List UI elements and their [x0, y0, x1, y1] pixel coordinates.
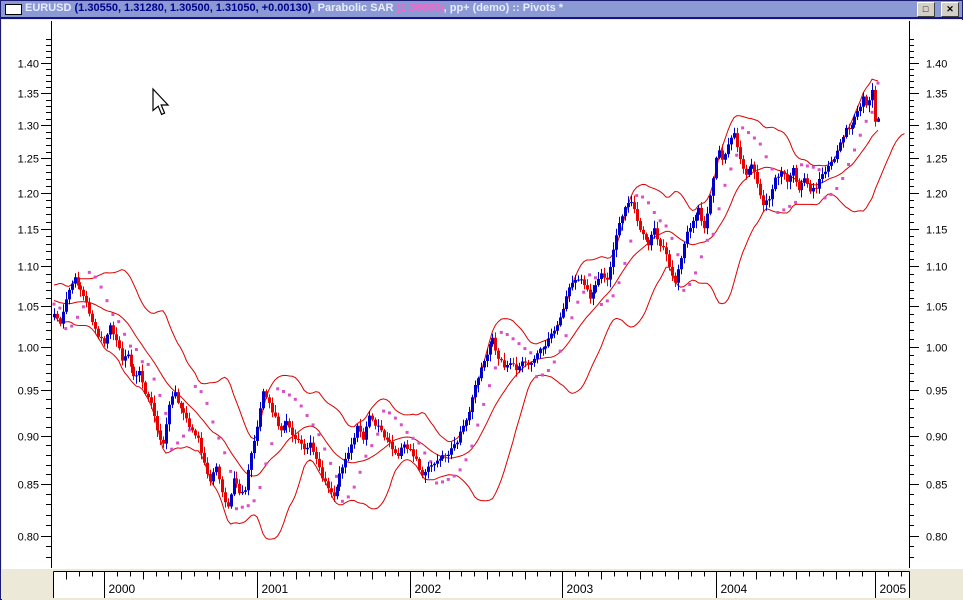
svg-text:1.25: 1.25: [18, 154, 39, 166]
svg-text:1.40: 1.40: [926, 59, 947, 71]
svg-text:0.95: 0.95: [926, 386, 947, 398]
system-menu-icon[interactable]: [5, 4, 22, 15]
svg-text:0.90: 0.90: [926, 432, 947, 444]
svg-text:1.00: 1.00: [18, 343, 39, 355]
svg-text:1.35: 1.35: [926, 89, 947, 101]
svg-text:1.05: 1.05: [926, 302, 947, 314]
chart-window: EURUSD (1.30550, 1.31280, 1.30500, 1.310…: [0, 0, 963, 600]
window-title: EURUSD (1.30550, 1.31280, 1.30500, 1.310…: [25, 2, 563, 14]
title-bar[interactable]: EURUSD (1.30550, 1.31280, 1.30500, 1.310…: [1, 1, 962, 19]
svg-text:2000: 2000: [109, 582, 136, 596]
maximize-button[interactable]: □: [917, 2, 935, 17]
svg-text:0.80: 0.80: [18, 532, 39, 544]
svg-text:1.10: 1.10: [18, 262, 39, 274]
svg-text:1.25: 1.25: [926, 154, 947, 166]
svg-text:1.05: 1.05: [18, 302, 39, 314]
svg-text:0.90: 0.90: [18, 432, 39, 444]
svg-text:2004: 2004: [721, 582, 748, 596]
svg-text:1.20: 1.20: [18, 189, 39, 201]
svg-text:1.30: 1.30: [926, 121, 947, 133]
svg-text:1.30: 1.30: [18, 121, 39, 133]
svg-text:0.95: 0.95: [18, 386, 39, 398]
svg-text:1.15: 1.15: [18, 225, 39, 237]
svg-text:2001: 2001: [262, 582, 289, 596]
svg-text:1.20: 1.20: [926, 189, 947, 201]
svg-text:0.80: 0.80: [926, 532, 947, 544]
svg-text:2002: 2002: [415, 582, 442, 596]
svg-text:1.35: 1.35: [18, 89, 39, 101]
chart-canvas[interactable]: 0.80 0.80 0.85 0.85 0.90 0.90 0.95 0.95 1.00 1.00…: [2, 20, 963, 600]
svg-text:1.15: 1.15: [926, 225, 947, 237]
svg-text:2005: 2005: [880, 582, 907, 596]
close-button[interactable]: ✕: [941, 2, 959, 17]
svg-text:1.10: 1.10: [926, 262, 947, 274]
svg-text:0.85: 0.85: [926, 480, 947, 492]
svg-text:2003: 2003: [567, 582, 594, 596]
svg-text:1.40: 1.40: [18, 59, 39, 71]
svg-text:0.85: 0.85: [18, 480, 39, 492]
x-axis[interactable]: [54, 572, 910, 599]
svg-text:1.00: 1.00: [926, 343, 947, 355]
